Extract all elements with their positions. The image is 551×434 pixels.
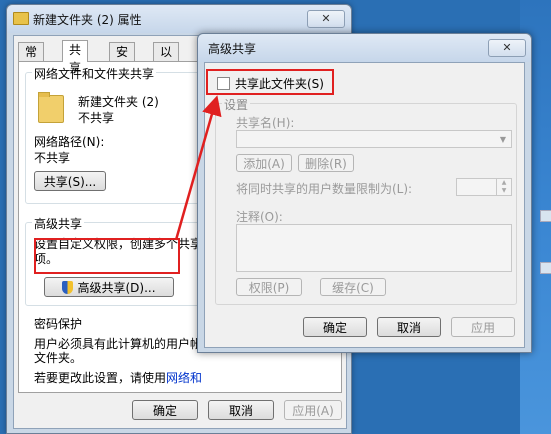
annotation-arrow-line <box>174 95 222 241</box>
annotation-arrow <box>174 95 222 241</box>
tab-sharing[interactable]: 共享 <box>62 40 89 75</box>
